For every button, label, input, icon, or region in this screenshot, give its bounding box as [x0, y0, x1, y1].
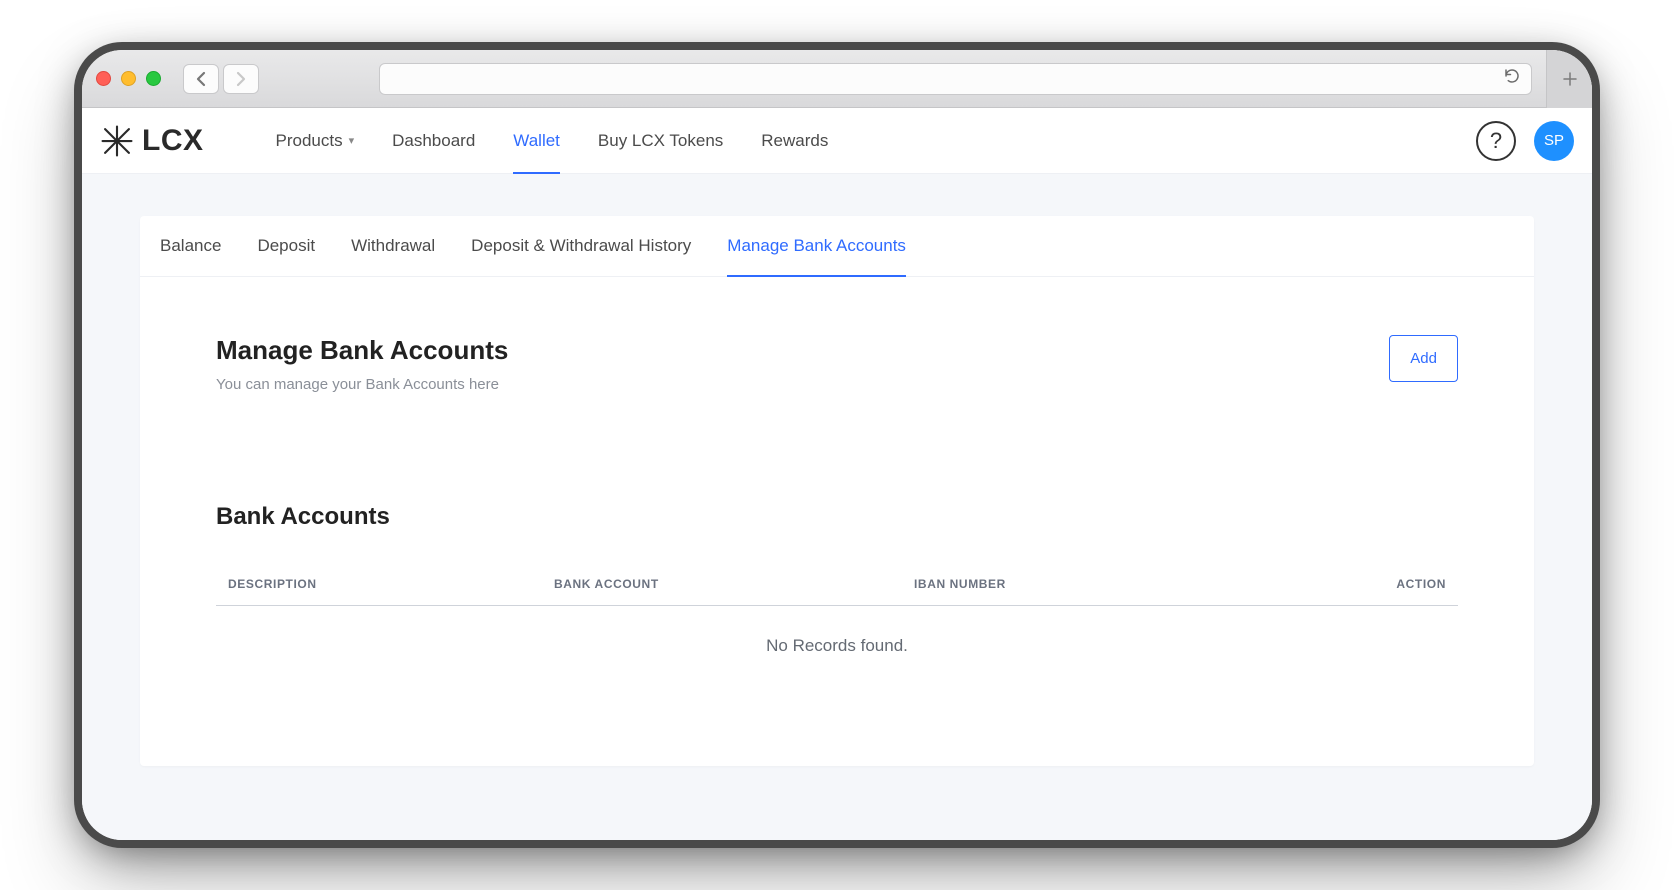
nav-buy-tokens-label: Buy LCX Tokens	[598, 131, 723, 151]
nav-dashboard-label: Dashboard	[392, 131, 475, 151]
page-subtitle: You can manage your Bank Accounts here	[216, 376, 508, 393]
tab-manage-bank[interactable]: Manage Bank Accounts	[727, 216, 906, 276]
minimize-window-button[interactable]	[121, 71, 136, 86]
new-tab-button[interactable]	[1546, 50, 1592, 108]
close-window-button[interactable]	[96, 71, 111, 86]
address-bar[interactable]	[379, 63, 1532, 95]
back-button[interactable]	[183, 64, 219, 94]
nav-dashboard[interactable]: Dashboard	[392, 108, 475, 173]
add-bank-account-button[interactable]: Add	[1389, 335, 1458, 382]
section-heading-block: Manage Bank Accounts You can manage your…	[216, 335, 508, 393]
nav-rewards-label: Rewards	[761, 131, 828, 151]
tab-balance[interactable]: Balance	[160, 216, 221, 276]
traffic-lights	[96, 71, 161, 86]
nav-products[interactable]: Products ▾	[276, 108, 355, 173]
nav-rewards[interactable]: Rewards	[761, 108, 828, 173]
question-icon: ?	[1490, 128, 1502, 154]
col-bank-account: BANK ACCOUNT	[554, 577, 914, 591]
content: Balance Deposit Withdrawal Deposit & Wit…	[82, 174, 1592, 840]
tab-withdrawal[interactable]: Withdrawal	[351, 216, 435, 276]
app-viewport: LCX Products ▾ Dashboard Wallet Buy LCX …	[82, 108, 1592, 840]
chevron-right-icon	[235, 71, 247, 87]
manage-bank-section: Manage Bank Accounts You can manage your…	[140, 277, 1534, 766]
brand-logo[interactable]: LCX	[100, 124, 204, 158]
maximize-window-button[interactable]	[146, 71, 161, 86]
browser-chrome	[82, 50, 1592, 108]
col-action: ACTION	[1326, 577, 1446, 591]
tab-deposit[interactable]: Deposit	[257, 216, 315, 276]
nav-wallet-label: Wallet	[513, 131, 560, 151]
table-title: Bank Accounts	[216, 503, 1458, 531]
section-header: Manage Bank Accounts You can manage your…	[216, 335, 1458, 393]
wallet-subtabs: Balance Deposit Withdrawal Deposit & Wit…	[140, 216, 1534, 277]
chevron-left-icon	[195, 71, 207, 87]
plus-icon	[1561, 70, 1579, 88]
col-description: DESCRIPTION	[228, 577, 554, 591]
brand-text: LCX	[142, 124, 204, 158]
reload-button[interactable]	[1503, 67, 1521, 90]
top-nav: LCX Products ▾ Dashboard Wallet Buy LCX …	[82, 108, 1592, 174]
reload-icon	[1503, 67, 1521, 85]
chevron-down-icon: ▾	[349, 134, 355, 147]
nav-buy-tokens[interactable]: Buy LCX Tokens	[598, 108, 723, 173]
main-tabs: Products ▾ Dashboard Wallet Buy LCX Toke…	[276, 108, 829, 173]
forward-button[interactable]	[223, 64, 259, 94]
avatar-initials: SP	[1544, 132, 1564, 149]
device-frame: LCX Products ▾ Dashboard Wallet Buy LCX …	[82, 50, 1592, 840]
bank-accounts-table-block: Bank Accounts DESCRIPTION BANK ACCOUNT I…	[216, 503, 1458, 686]
user-avatar[interactable]: SP	[1534, 121, 1574, 161]
table-header-row: DESCRIPTION BANK ACCOUNT IBAN NUMBER ACT…	[216, 577, 1458, 606]
table-empty-message: No Records found.	[216, 606, 1458, 686]
topnav-right: ? SP	[1476, 121, 1574, 161]
help-button[interactable]: ?	[1476, 121, 1516, 161]
col-iban: IBAN NUMBER	[914, 577, 1326, 591]
lcx-logo-icon	[100, 124, 134, 158]
page-title: Manage Bank Accounts	[216, 335, 508, 366]
browser-nav-buttons	[183, 64, 259, 94]
wallet-card: Balance Deposit Withdrawal Deposit & Wit…	[140, 216, 1534, 766]
nav-products-label: Products	[276, 131, 343, 151]
tab-history[interactable]: Deposit & Withdrawal History	[471, 216, 691, 276]
nav-wallet[interactable]: Wallet	[513, 108, 560, 173]
